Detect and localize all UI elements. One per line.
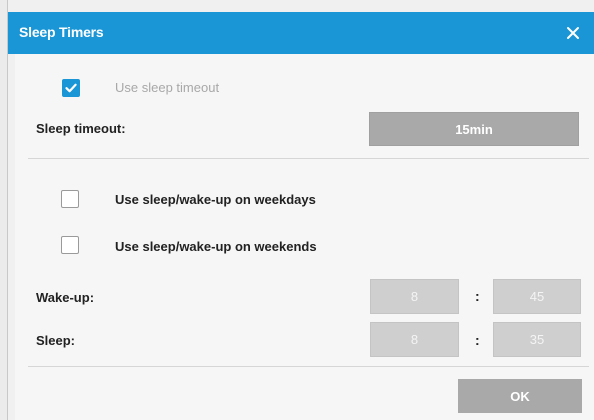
sleep-minute-value: 35: [529, 332, 545, 347]
weekends-checkbox[interactable]: [61, 236, 79, 254]
close-icon: [567, 27, 579, 39]
footer-divider: [28, 366, 589, 367]
dialog-title: Sleep Timers: [19, 24, 104, 40]
section-divider: [28, 158, 589, 159]
wakeup-hour-field[interactable]: 8: [370, 279, 459, 314]
weekends-label: Use sleep/wake-up on weekends: [115, 239, 317, 254]
dialog-titlebar: Sleep Timers: [8, 12, 594, 54]
weekdays-label: Use sleep/wake-up on weekdays: [115, 192, 316, 207]
close-button[interactable]: [559, 19, 587, 47]
sleep-hour-value: 8: [410, 332, 419, 347]
wakeup-minute-value: 45: [529, 289, 545, 304]
wakeup-hour-value: 8: [410, 289, 419, 304]
wakeup-label: Wake-up:: [36, 290, 95, 305]
sleep-timeout-label: Sleep timeout:: [36, 121, 126, 136]
wakeup-minute-field[interactable]: 45: [493, 279, 581, 314]
weekdays-checkbox[interactable]: [61, 190, 79, 208]
sleep-label: Sleep:: [36, 333, 76, 348]
checkmark-icon: [65, 83, 77, 93]
sleep-minute-field[interactable]: 35: [493, 322, 581, 357]
ok-button-label: OK: [510, 388, 530, 404]
sleep-separator: :: [475, 332, 480, 348]
sleep-timers-dialog: Sleep Timers Use sleep timeout Sleep tim…: [7, 0, 594, 420]
dialog-content: Use sleep timeout Sleep timeout: 15min U…: [15, 54, 594, 420]
ok-button[interactable]: OK: [458, 379, 582, 413]
use-sleep-timeout-checkbox[interactable]: [62, 79, 80, 97]
use-sleep-timeout-label: Use sleep timeout: [115, 80, 220, 95]
wakeup-separator: :: [475, 288, 480, 304]
sleep-hour-field[interactable]: 8: [370, 322, 459, 357]
sleep-timeout-value: 15min: [455, 121, 493, 137]
sleep-timeout-dropdown[interactable]: 15min: [369, 112, 579, 146]
